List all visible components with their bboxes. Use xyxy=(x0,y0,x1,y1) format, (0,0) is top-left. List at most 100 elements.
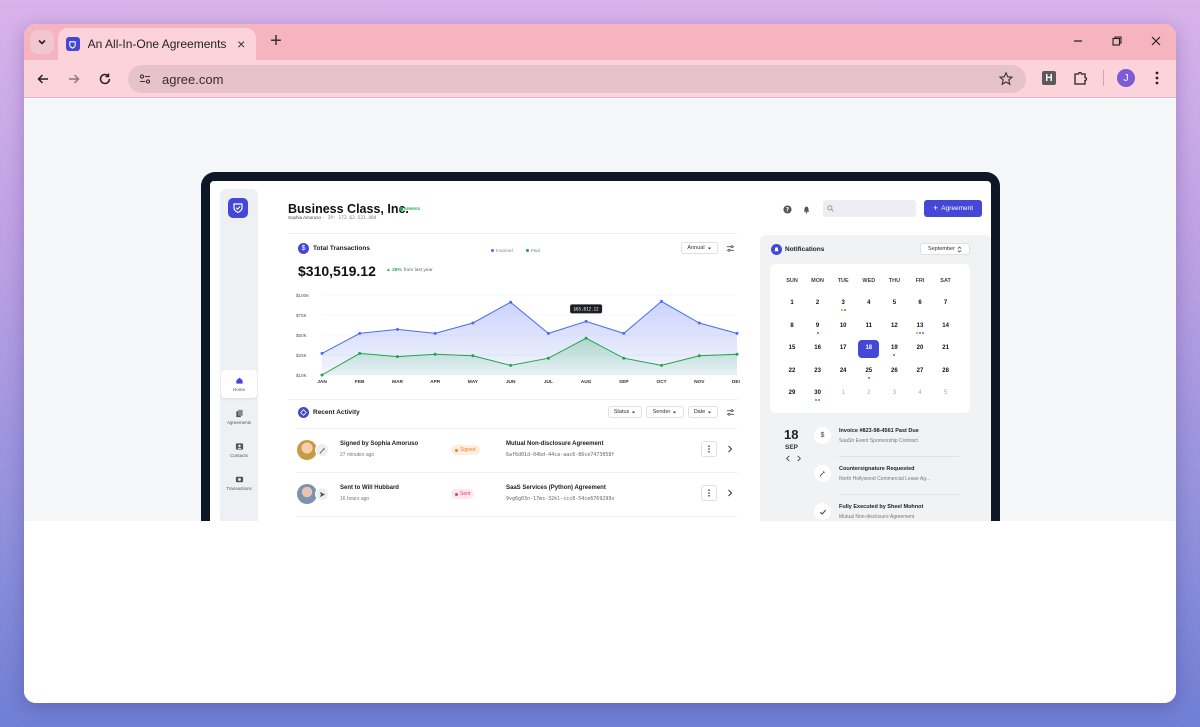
weekday-label: TUE xyxy=(837,278,849,284)
calendar-day[interactable]: 24 xyxy=(833,368,853,374)
chevron-right-icon[interactable] xyxy=(727,489,733,497)
activity-filter-sliders-icon[interactable] xyxy=(726,408,735,417)
calendar-day[interactable]: 23 xyxy=(808,368,828,374)
data-point-invoiced xyxy=(660,299,664,303)
chevron-right-icon[interactable] xyxy=(796,455,802,462)
calendar-day[interactable]: 7 xyxy=(936,300,956,306)
calendar-day[interactable]: 2 xyxy=(808,300,828,306)
date-filter[interactable]: Date xyxy=(688,406,718,418)
tab-close-icon[interactable]: × xyxy=(234,36,248,52)
close-window-button[interactable] xyxy=(1148,33,1164,49)
document-title[interactable]: Mutual Non-disclosure Agreement xyxy=(506,441,603,447)
url-text[interactable]: agree.com xyxy=(162,72,223,87)
bookmark-star-icon[interactable] xyxy=(998,71,1014,87)
table-row[interactable]: Signed by Sophia Amoruso 27 minutes ago … xyxy=(297,429,737,473)
caret-down-icon xyxy=(707,247,711,249)
calendar-day[interactable]: 5 xyxy=(884,300,904,306)
calendar-day[interactable]: 16 xyxy=(808,345,828,351)
app-logo[interactable] xyxy=(228,198,248,218)
notifications-bell-button[interactable] xyxy=(801,204,811,214)
calendar-day[interactable]: 19 xyxy=(884,345,904,351)
calendar-day[interactable]: 22 xyxy=(782,368,802,374)
calendar-day[interactable]: 27 xyxy=(910,368,930,374)
notification-divider xyxy=(839,456,959,457)
calendar-day[interactable]: 15 xyxy=(782,345,802,351)
calendar-day[interactable]: 12 xyxy=(884,323,904,329)
profile-avatar[interactable]: J xyxy=(1117,69,1135,87)
browser-window: An All-In-One Agreements Platform × + ag… xyxy=(24,24,1176,703)
sort-arrows-icon xyxy=(957,246,962,252)
weekday-label: THU xyxy=(888,278,901,284)
calendar-day[interactable]: 4 xyxy=(859,300,879,306)
sidebar-item-home[interactable]: Home xyxy=(221,370,257,398)
browser-toolbar: agree.com xyxy=(24,60,1176,98)
chevron-left-icon[interactable] xyxy=(785,455,791,462)
calendar-day[interactable]: 14 xyxy=(936,323,956,329)
data-point-paid xyxy=(735,352,739,356)
sidebar-item-agreements[interactable]: Agreements xyxy=(221,403,257,431)
calendar-day[interactable]: 11 xyxy=(859,323,879,329)
filter-sliders-icon[interactable] xyxy=(726,244,735,253)
status-filter-label: Status xyxy=(613,409,630,415)
pen-icon xyxy=(814,465,831,482)
search-input[interactable] xyxy=(823,200,916,217)
event-dot xyxy=(916,331,918,334)
status-filter[interactable]: Status xyxy=(608,406,642,418)
notification-item[interactable]: Fully Executed by Sheel Mohnot Mutual No… xyxy=(814,499,960,521)
calendar-day[interactable]: 6 xyxy=(910,300,930,306)
active-tab[interactable]: An All-In-One Agreements Platform × xyxy=(58,28,256,60)
sender-filter[interactable]: Sender xyxy=(646,406,684,418)
calendar-day[interactable]: 2 xyxy=(859,390,879,396)
x-tick-label: DEC xyxy=(732,379,740,385)
calendar-day[interactable]: 8 xyxy=(782,323,802,329)
calendar-day[interactable]: 18 xyxy=(859,345,879,351)
period-select[interactable]: Annual xyxy=(681,242,718,254)
extensions-puzzle-icon[interactable] xyxy=(1072,69,1090,87)
calendar-day[interactable]: 25 xyxy=(859,368,879,374)
kebab-menu-icon[interactable] xyxy=(1150,69,1164,87)
back-button[interactable] xyxy=(33,69,53,89)
site-settings-icon[interactable] xyxy=(138,72,152,86)
new-agreement-button[interactable]: + Agreement xyxy=(924,200,982,217)
calendar-day[interactable]: 4 xyxy=(910,390,930,396)
weekday-label: WED xyxy=(862,278,876,284)
calendar-day[interactable]: 5 xyxy=(936,390,956,396)
sidebar-item-contacts[interactable]: Contacts xyxy=(221,436,257,464)
calendar-day[interactable]: 20 xyxy=(910,345,930,351)
calendar-day[interactable]: 3 xyxy=(833,300,853,306)
calendar-day[interactable]: 1 xyxy=(782,300,802,306)
chevron-right-icon[interactable] xyxy=(727,445,733,453)
calendar-day[interactable]: 30 xyxy=(808,390,828,396)
legend-dot xyxy=(526,249,529,252)
chevron-down-icon xyxy=(38,39,46,45)
calendar-day[interactable]: 17 xyxy=(833,345,853,351)
help-button[interactable]: ? xyxy=(782,204,792,214)
notification-item[interactable]: $ Invoice #823-98-4561 Past Due SaaStr E… xyxy=(814,423,960,461)
calendar-day[interactable]: 26 xyxy=(884,368,904,374)
tab-search-button[interactable] xyxy=(30,30,54,54)
table-row[interactable]: Sent to Will Hubbard 16 hours ago Sent S… xyxy=(297,473,737,517)
calendar-day[interactable]: 10 xyxy=(833,323,853,329)
calendar-day[interactable]: 29 xyxy=(782,390,802,396)
calendar-day[interactable]: 28 xyxy=(936,368,956,374)
x-tick-label: FEB xyxy=(355,379,365,385)
notification-item[interactable]: Countersignature Requested North Hollywo… xyxy=(814,461,960,499)
reload-button[interactable] xyxy=(95,69,115,89)
sidebar-item-transactions[interactable]: Transactions xyxy=(221,469,257,497)
event-dot xyxy=(867,376,870,379)
document-title[interactable]: SaaS Services (Python) Agreement xyxy=(506,485,606,491)
calendar-day[interactable]: 21 xyxy=(936,345,956,351)
forward-button[interactable] xyxy=(64,69,84,89)
minimize-button[interactable] xyxy=(1070,33,1086,49)
restore-button[interactable] xyxy=(1109,33,1125,49)
calendar-day[interactable]: 13 xyxy=(910,323,930,329)
new-tab-button[interactable]: + xyxy=(266,31,286,51)
row-more-button[interactable] xyxy=(701,441,717,457)
address-bar[interactable]: agree.com xyxy=(128,65,1026,93)
row-more-button[interactable] xyxy=(701,485,717,501)
extension-h-icon[interactable]: H xyxy=(1042,71,1056,85)
calendar-day[interactable]: 1 xyxy=(833,390,853,396)
calendar-day[interactable]: 9 xyxy=(808,323,828,329)
month-select[interactable]: September xyxy=(920,243,970,255)
calendar-day[interactable]: 3 xyxy=(884,390,904,396)
